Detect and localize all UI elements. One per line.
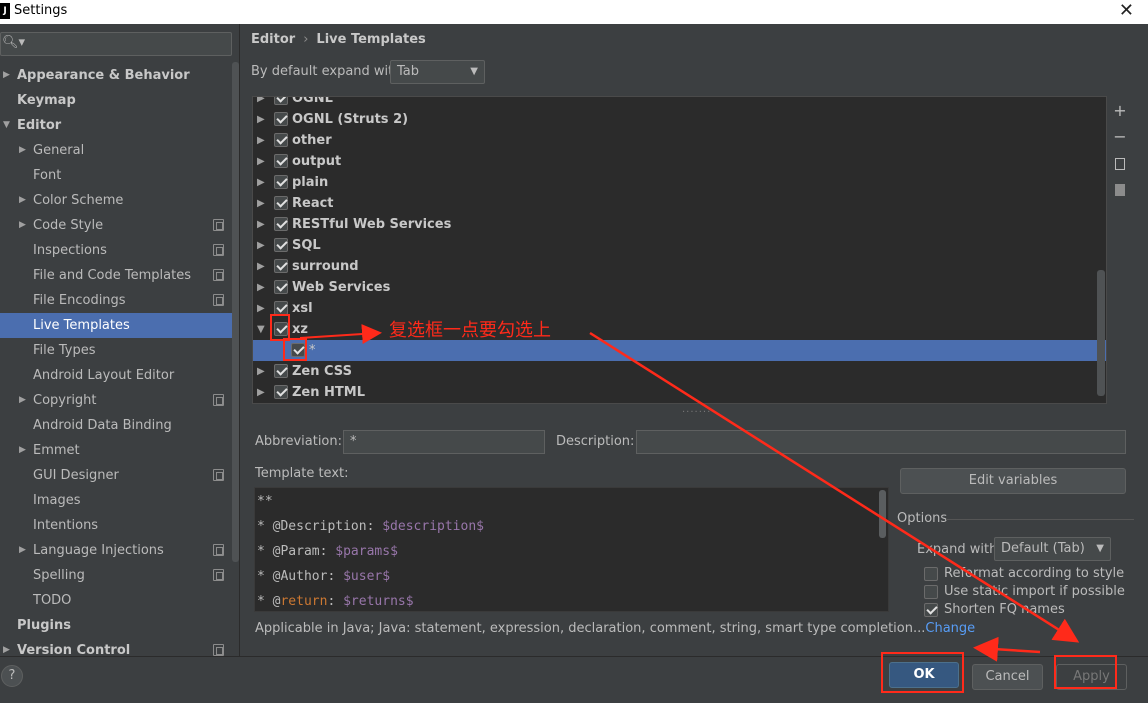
annotation-arrow-to-apply xyxy=(973,636,1041,662)
annotation-arrow-to-note xyxy=(299,324,382,345)
annotation-arrows xyxy=(299,324,1080,662)
annotation-arrow-to-ok xyxy=(589,331,1080,643)
